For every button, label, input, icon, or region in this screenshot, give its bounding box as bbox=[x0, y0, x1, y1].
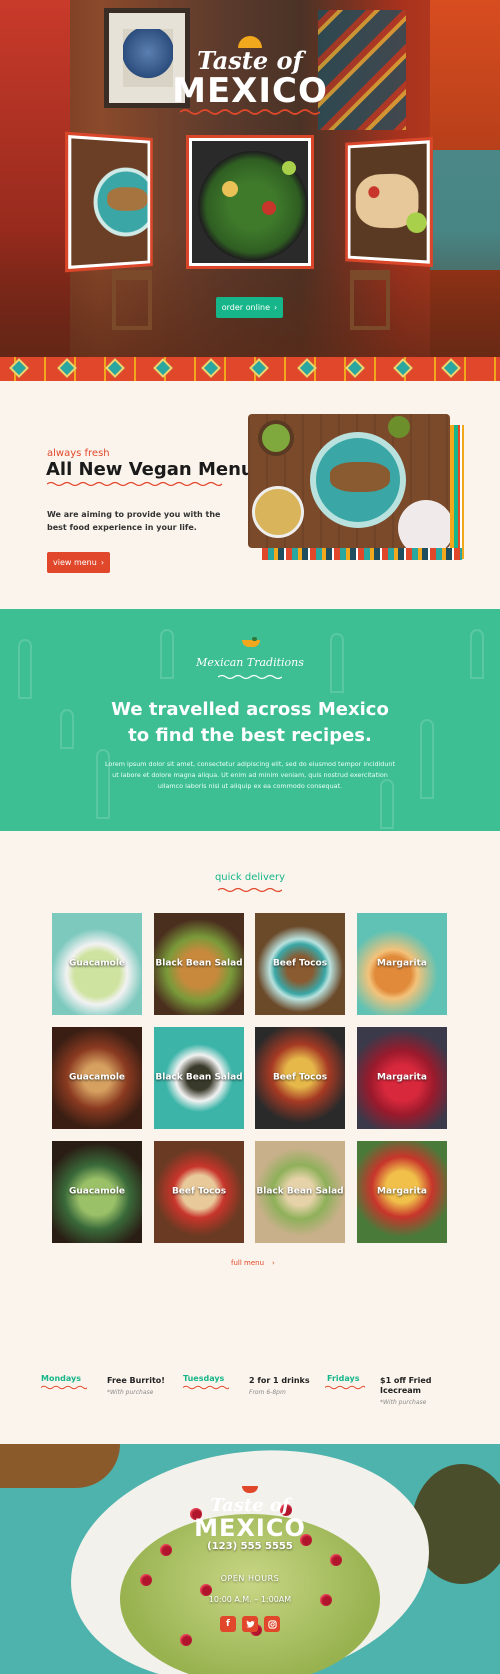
special-deal: 2 for 1 drinks bbox=[249, 1376, 310, 1385]
menu-tile-label: Black Bean Salad bbox=[256, 1186, 344, 1197]
full-menu-label: full menu bbox=[231, 1259, 265, 1267]
menu-tile[interactable]: Margarita bbox=[357, 1141, 447, 1243]
vegan-title: All New Vegan Menu bbox=[46, 459, 254, 480]
hero-photo-tacos bbox=[65, 131, 154, 273]
order-online-label: order online bbox=[221, 303, 271, 312]
vegan-menu-section: always fresh All New Vegan Menu We are a… bbox=[0, 381, 500, 609]
menu-tile-label: Beef Tocos bbox=[272, 958, 328, 969]
vegan-menu-photo bbox=[248, 414, 450, 548]
wave-underline-icon bbox=[47, 481, 222, 487]
footer-hours-label: OPEN HOURS bbox=[220, 1574, 280, 1583]
wave-underline-icon bbox=[41, 1385, 87, 1390]
hero-section: Taste of MEXICO order online › bbox=[0, 0, 500, 358]
arrow-right-icon: › bbox=[100, 558, 105, 567]
facebook-glyph: f bbox=[226, 1619, 230, 1629]
menu-tile-label: Margarita bbox=[377, 958, 427, 969]
menu-tile[interactable]: Margarita bbox=[357, 1027, 447, 1129]
menu-tile-label: Beef Tocos bbox=[272, 1072, 328, 1083]
instagram-camera-icon bbox=[267, 1619, 277, 1629]
hero-photo-burrito bbox=[344, 137, 433, 267]
menu-tile[interactable]: Guacamole bbox=[52, 1141, 142, 1243]
instagram-icon[interactable] bbox=[264, 1616, 280, 1632]
menu-tile[interactable]: Beef Tocos bbox=[154, 1141, 244, 1243]
special-day: Tuesdays bbox=[183, 1374, 225, 1383]
wave-underline-icon bbox=[325, 1385, 365, 1390]
site-logo[interactable]: Taste of MEXICO bbox=[0, 36, 500, 116]
menu-tile[interactable]: Beef Tocos bbox=[255, 913, 345, 1015]
view-menu-label: view menu bbox=[52, 558, 97, 567]
menu-tile-label: Margarita bbox=[377, 1186, 427, 1197]
hero-chair bbox=[350, 270, 390, 330]
twitter-bird-icon bbox=[245, 1620, 255, 1628]
footer bbox=[0, 1444, 500, 1674]
footer-logo-bottom: MEXICO bbox=[194, 1514, 306, 1542]
chili-pepper-icon bbox=[242, 637, 260, 647]
special-day: Fridays bbox=[327, 1374, 360, 1383]
twitter-icon[interactable] bbox=[242, 1616, 258, 1632]
wave-underline-icon bbox=[218, 887, 282, 893]
menu-tile[interactable]: Beef Tocos bbox=[255, 1027, 345, 1129]
menu-tile[interactable]: Guacamole bbox=[52, 1027, 142, 1129]
view-menu-button[interactable]: view menu › bbox=[47, 552, 110, 573]
full-menu-link[interactable]: full menu › bbox=[231, 1259, 275, 1267]
footer-logo-top: Taste of bbox=[210, 1495, 290, 1516]
arrow-right-icon: › bbox=[274, 303, 278, 312]
menu-tile[interactable]: Margarita bbox=[357, 913, 447, 1015]
special-deal: Free Burrito! bbox=[107, 1376, 165, 1385]
menu-tile-label: Black Bean Salad bbox=[155, 1072, 243, 1083]
menu-tile[interactable]: Guacamole bbox=[52, 913, 142, 1015]
arrow-right-icon: › bbox=[272, 1259, 275, 1267]
special-day: Mondays bbox=[41, 1374, 82, 1383]
facebook-icon[interactable]: f bbox=[220, 1616, 236, 1632]
traditions-section: Mexican Traditions We travelled across M… bbox=[0, 609, 500, 831]
menu-tile-label: Beef Tocos bbox=[171, 1186, 227, 1197]
menu-tile[interactable]: Black Bean Salad bbox=[154, 913, 244, 1015]
traditions-heading: We travelled across Mexico to find the b… bbox=[0, 697, 500, 749]
menu-tile-label: Black Bean Salad bbox=[155, 958, 243, 969]
special-deal: $1 off Fried Icecream bbox=[380, 1376, 432, 1395]
order-online-button[interactable]: order online › bbox=[216, 297, 283, 318]
serape-stripe bbox=[262, 548, 462, 560]
vegan-kicker: always fresh bbox=[47, 448, 110, 459]
wave-underline-icon bbox=[218, 674, 282, 680]
hero-photo-salad bbox=[186, 135, 314, 269]
hero-chair bbox=[112, 270, 152, 330]
logo-text-bottom: MEXICO bbox=[172, 71, 328, 111]
menu-tile-label: Guacamole bbox=[68, 958, 126, 969]
special-note: *With purchase bbox=[107, 1389, 154, 1396]
menu-tile-label: Margarita bbox=[377, 1072, 427, 1083]
delivery-kicker: quick delivery bbox=[214, 872, 286, 883]
special-note: *With purchase bbox=[380, 1399, 427, 1406]
menu-tile[interactable]: Black Bean Salad bbox=[255, 1141, 345, 1243]
wave-underline-icon bbox=[183, 1385, 229, 1390]
traditions-heading-line1: We travelled across Mexico bbox=[111, 699, 389, 720]
traditions-kicker: Mexican Traditions bbox=[196, 656, 304, 669]
menu-tile-label: Guacamole bbox=[68, 1186, 126, 1197]
footer-logo[interactable]: Taste of MEXICO bbox=[0, 1495, 500, 1542]
footer-chips-image bbox=[0, 1444, 120, 1488]
vegan-description: We are aiming to provide you with the be… bbox=[47, 510, 221, 532]
menu-tile-label: Guacamole bbox=[68, 1072, 126, 1083]
footer-hours: 10:00 A.M. – 1:00AM bbox=[208, 1595, 292, 1604]
traditions-heading-line2: to find the best recipes. bbox=[128, 725, 372, 746]
menu-tile[interactable]: Black Bean Salad bbox=[154, 1027, 244, 1129]
traditions-paragraph: Lorem ipsum dolor sit amet, consectetur … bbox=[105, 760, 395, 790]
footer-phone[interactable]: (123) 555 5555 bbox=[0, 1541, 500, 1552]
serape-stripe bbox=[450, 425, 464, 559]
special-note: From 6-8pm bbox=[249, 1389, 286, 1396]
decorative-pattern-band bbox=[0, 357, 500, 381]
